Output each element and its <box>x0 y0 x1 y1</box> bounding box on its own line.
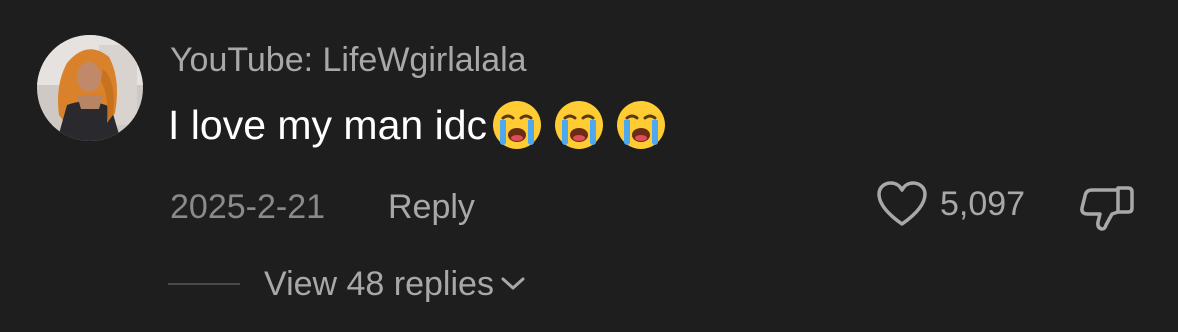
view-replies-label: View 48 replies <box>264 265 494 303</box>
loudly-crying-face-icon <box>555 101 603 149</box>
replies-row: View 48 replies <box>168 262 526 306</box>
like-button[interactable]: 5,097 <box>876 180 1025 228</box>
like-count: 5,097 <box>940 185 1026 223</box>
avatar[interactable] <box>37 35 143 141</box>
comment-item: YouTube: LifeWgirlalala I love my man id… <box>0 0 1178 332</box>
loudly-crying-face-icon <box>493 101 541 149</box>
dislike-button[interactable] <box>1078 182 1134 237</box>
heart-icon <box>877 181 927 226</box>
loudly-crying-face-icon <box>617 101 665 149</box>
replies-divider <box>168 283 240 285</box>
reply-button[interactable]: Reply <box>388 186 475 228</box>
comment-author[interactable]: YouTube: LifeWgirlalala <box>170 38 527 82</box>
thumbs-down-icon <box>1080 186 1134 231</box>
chevron-down-icon <box>501 277 525 290</box>
comment-text: I love my man idc <box>168 102 487 148</box>
view-replies-button[interactable]: View 48 replies <box>264 262 526 306</box>
emoji-group <box>491 99 677 151</box>
comment-date: 2025-2-21 <box>170 188 326 226</box>
comment-body: I love my man idc <box>168 94 677 156</box>
